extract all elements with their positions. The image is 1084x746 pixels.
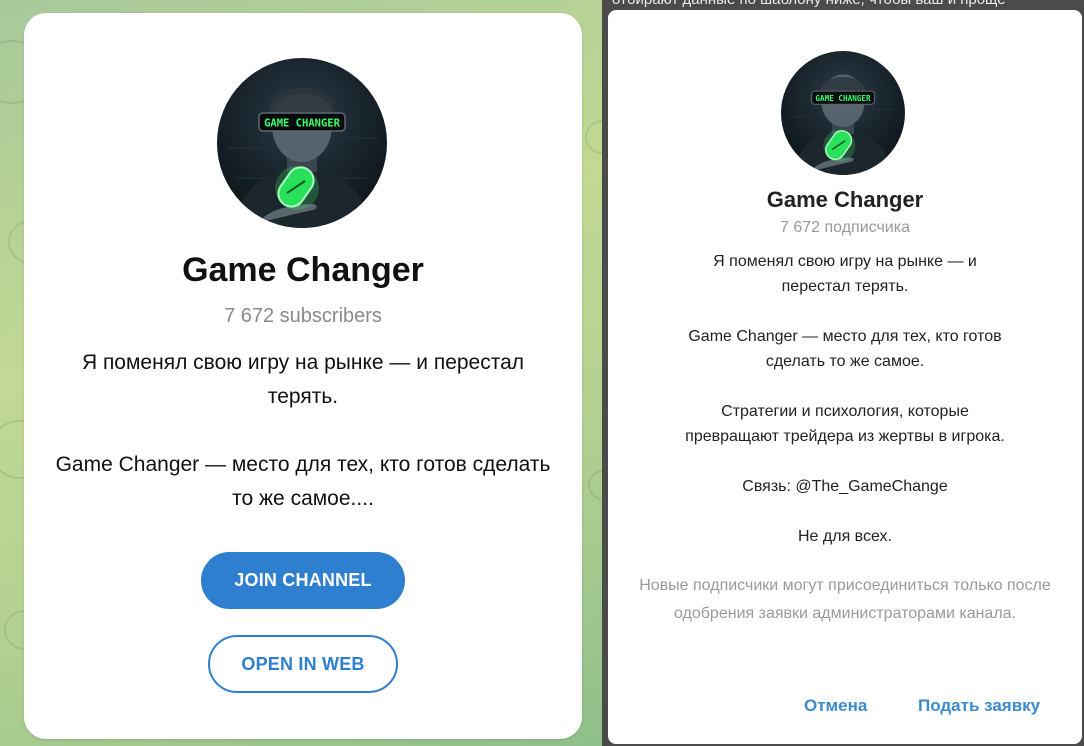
submit-join-request-button[interactable]: Подать заявку [918, 696, 1040, 716]
dialog-subscriber-count: 7 672 подписчика [780, 219, 910, 236]
join-request-dialog: GAME CHANGER Game Changer 7 672 подписчи… [608, 10, 1082, 744]
background-chat-text: отбирают данные по шаблону ниже, чтобы в… [612, 0, 1082, 8]
approval-required-note: Новые подписчики могут присоединиться то… [639, 577, 1051, 622]
dialog-channel-avatar-image: GAME CHANGER [788, 74, 898, 175]
cancel-button[interactable]: Отмена [804, 696, 867, 716]
dialog-channel-description: Я поменял свою игру на рынке — и переста… [685, 253, 1005, 545]
channel-preview-card: GAME CHANGER Game Changer 7 672 subscrib… [24, 13, 582, 739]
channel-avatar-image: GAME CHANGER [227, 87, 377, 228]
avatar-visor-text: GAME CHANGER [264, 118, 341, 130]
dialog-channel-avatar: GAME CHANGER [781, 51, 905, 175]
open-in-web-button[interactable]: OPEN IN WEB [208, 635, 398, 693]
dialog-channel-title: Game Changer [766, 187, 924, 212]
join-channel-button[interactable]: JOIN CHANNEL [201, 552, 405, 609]
channel-avatar: GAME CHANGER [217, 58, 387, 228]
channel-description: Я поменял свою игру на рынке — и переста… [55, 351, 551, 510]
dialog-avatar-visor-text: GAME CHANGER [815, 94, 871, 103]
subscriber-count: 7 672 subscribers [224, 305, 382, 327]
channel-title: Game Changer [182, 251, 424, 289]
